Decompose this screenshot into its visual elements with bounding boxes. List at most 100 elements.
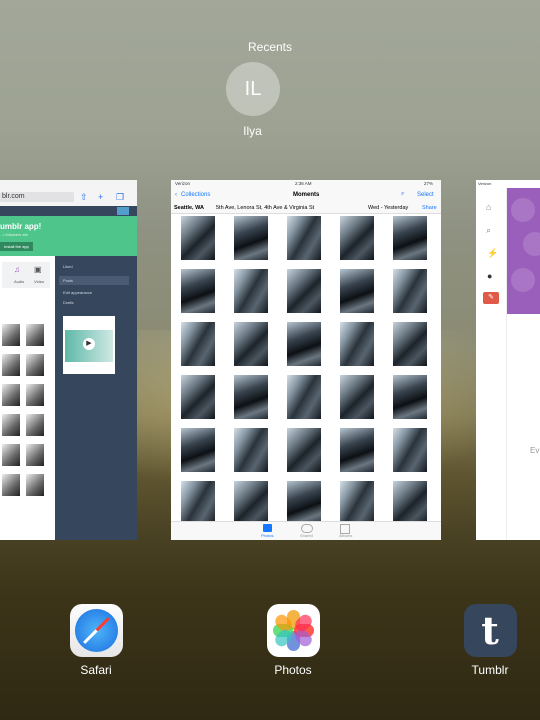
menu-drafts: Drafts	[63, 300, 74, 305]
tab-bar: Photos Shared Albums	[171, 521, 441, 540]
status-bar	[0, 180, 137, 188]
photo-thumbnail	[234, 216, 268, 260]
pattern-dot	[523, 232, 540, 256]
photos-app-card[interactable]: Verizon 2:36 AM 27% ‹ Collections Moment…	[171, 180, 441, 540]
share-button: Share	[422, 205, 437, 211]
photo-thumbnail	[393, 322, 427, 366]
menu-posts: Posts	[59, 276, 129, 285]
nav-bar: ‹ Collections Moments ⌕ Select	[171, 188, 441, 203]
photo-thumbnail	[287, 428, 321, 472]
tumblr-sidebar: ⌂ ⌕ ⚡ ● ✎	[476, 188, 507, 540]
photo-thumb	[2, 354, 20, 376]
photos-app-label: Photos	[274, 663, 312, 677]
status-bar: Verizon 2:36 AM 27%	[171, 180, 441, 188]
tumblr-app-icon[interactable]: t Tumblr	[450, 604, 530, 677]
home-icon: ⌂	[486, 202, 492, 212]
shared-tab-icon	[301, 524, 313, 533]
tumblr-sidebar: Liked Posts Edit appearance Drafts ▶	[55, 256, 137, 540]
photo-thumb	[2, 444, 20, 466]
back-chevron-icon: ‹	[175, 192, 177, 198]
photo-thumbnail	[340, 322, 374, 366]
photo-thumbnail	[234, 269, 268, 313]
photo-thumbnail	[287, 269, 321, 313]
photo-thumbnail	[234, 375, 268, 419]
tumblr-app-label: Tumblr	[471, 663, 509, 677]
compose-icon: ✎	[483, 292, 499, 304]
photo-thumbnail	[181, 269, 215, 313]
photo-thumbnail	[181, 428, 215, 472]
audio-label: Audio	[14, 279, 25, 284]
photo-thumb	[26, 474, 44, 496]
photo-thumbnail	[181, 375, 215, 419]
photos-tab-icon	[263, 524, 272, 532]
share-icon: ⇧	[80, 192, 88, 202]
photo-thumbnail	[340, 375, 374, 419]
safari-app-icon[interactable]: Safari	[56, 604, 136, 677]
safari-page-content: ♫ ▣ Audio Video	[0, 256, 55, 540]
photo-thumbnail	[181, 322, 215, 366]
moment-location: Seattle, WA	[174, 205, 204, 211]
photo-thumb	[26, 324, 44, 346]
tab-shared: Shared	[300, 533, 313, 538]
safari-app-card[interactable]: blr.com ⇧ + ❐ umblr app! ...t followers …	[0, 180, 137, 540]
photo-thumbnail	[340, 216, 374, 260]
search-icon: ⌕	[401, 191, 405, 197]
audio-icon: ♫	[14, 265, 20, 274]
menu-edit-appearance: Edit appearance	[63, 290, 93, 295]
play-icon: ▶	[83, 338, 95, 350]
tumblr-app-card[interactable]: Verizon ⌂ ⌕ ⚡ ● ✎ Ev	[476, 180, 540, 540]
photo-thumb	[26, 384, 44, 406]
tab-photos: Photos	[261, 533, 274, 538]
photo-thumb	[2, 324, 20, 346]
tumblr-header-image	[507, 188, 540, 314]
safari-app-label: Safari	[80, 663, 112, 677]
photo-thumbnail	[181, 481, 215, 525]
photos-flower-icon	[266, 604, 320, 657]
photo-thumb	[26, 444, 44, 466]
photo-thumbnail	[340, 269, 374, 313]
empty-state-text: Ev	[530, 446, 540, 455]
video-label: Video	[34, 279, 45, 284]
photo-thumbnail	[287, 216, 321, 260]
recents-label: Recents	[247, 40, 293, 54]
photos-app-icon[interactable]: Photos	[253, 604, 333, 677]
account-icon: ●	[487, 271, 493, 281]
compose-icon	[117, 207, 129, 215]
photo-thumbnail	[181, 216, 215, 260]
carrier-label: Verizon	[175, 181, 191, 186]
moment-header: Seattle, WA 5th Ave, Lenora St, 4th Ave …	[171, 203, 441, 214]
photo-thumbnail	[234, 428, 268, 472]
photo-thumbnail	[287, 481, 321, 525]
tabs-icon: ❐	[116, 192, 125, 202]
photo-thumbnail	[393, 216, 427, 260]
carrier-label: Verizon	[478, 181, 492, 186]
add-icon: +	[98, 192, 104, 202]
menu-liked: Liked	[63, 264, 73, 269]
moment-streets: 5th Ave, Lenora St, 4th Ave & Virginia S…	[216, 205, 315, 211]
activity-icon: ⚡	[487, 248, 499, 258]
tab-albums: Albums	[339, 533, 353, 538]
select-button: Select	[417, 192, 434, 198]
install-button: Install the app	[0, 242, 33, 251]
safari-toolbar: blr.com ⇧ + ❐	[0, 188, 137, 206]
photo-thumbnail	[287, 375, 321, 419]
tumblr-web-nav	[0, 206, 137, 216]
photo-thumb	[26, 354, 44, 376]
app-banner: umblr app! ...t followers ste Install th…	[0, 216, 137, 256]
photo-thumb	[2, 474, 20, 496]
photo-thumbnail	[234, 481, 268, 525]
tumblr-t-icon: t	[463, 604, 517, 657]
photo-thumbnail	[393, 269, 427, 313]
photo-grid	[181, 216, 431, 525]
status-bar: Verizon	[476, 180, 540, 188]
contact-avatar[interactable]: IL	[226, 62, 280, 116]
photo-thumbnail	[287, 322, 321, 366]
photo-thumbnail	[393, 428, 427, 472]
safari-compass-icon	[69, 604, 123, 657]
post-type-bar: ♫ ▣ Audio Video	[2, 262, 50, 288]
photo-thumbnail	[340, 481, 374, 525]
pattern-dot	[511, 198, 535, 222]
collections-back-button: Collections	[181, 192, 211, 198]
photo-thumb	[26, 414, 44, 436]
page-title: Moments	[293, 192, 320, 198]
